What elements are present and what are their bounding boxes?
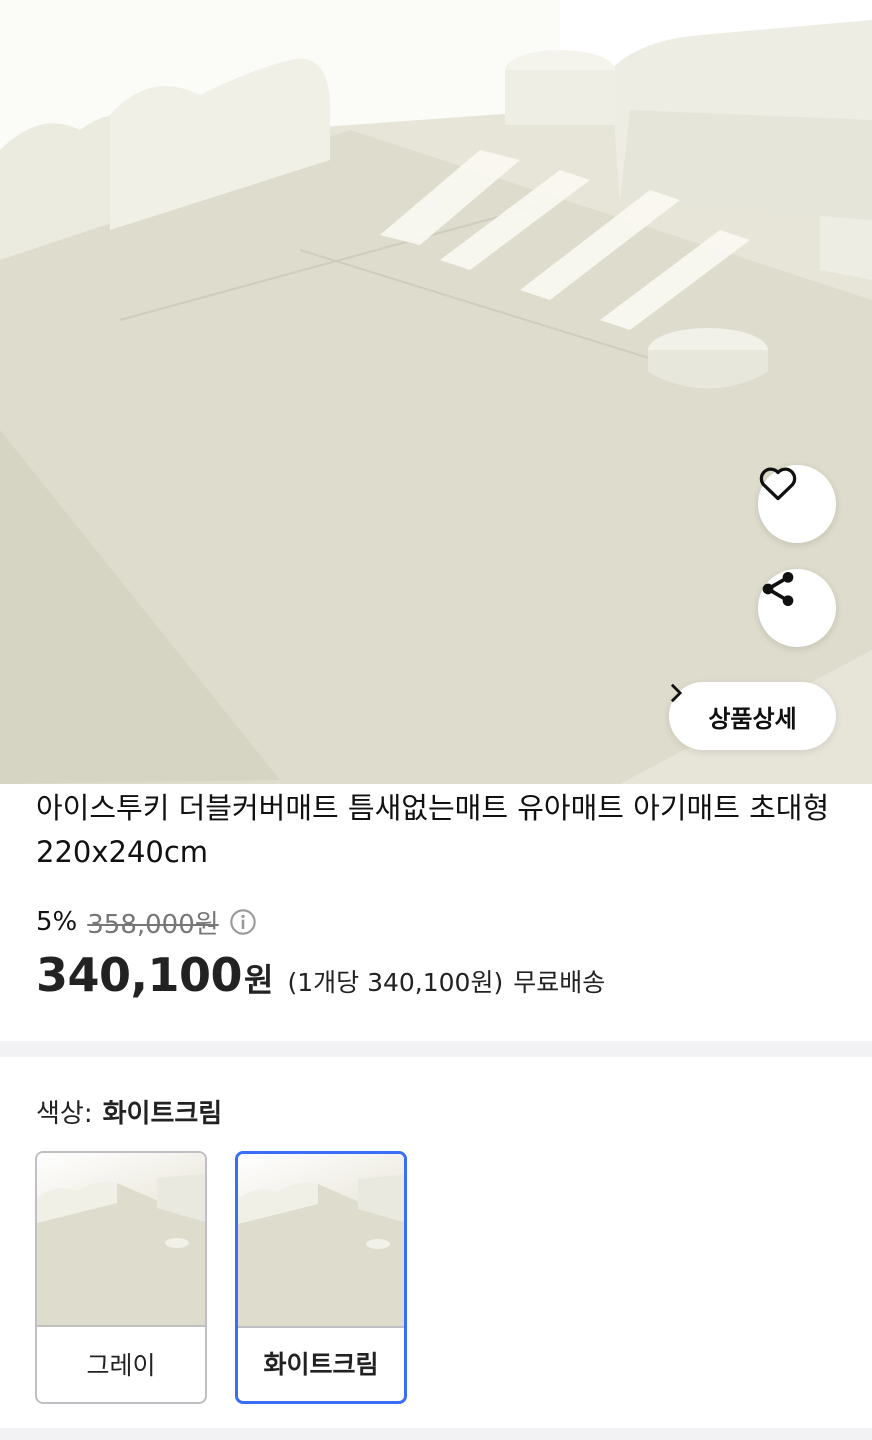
hero-illustration <box>0 0 872 784</box>
share-button[interactable] <box>758 569 836 647</box>
sale-price-currency: 원 <box>244 961 274 999</box>
unit-price: (1개당 340,100원) <box>287 968 504 997</box>
original-price: 358,000원 <box>87 909 219 940</box>
discount-rate: 5% <box>36 907 78 937</box>
original-price-row: 5% 358,000원 <box>36 905 257 940</box>
shipping-info: 무료배송 <box>513 968 606 997</box>
option-name: 색상: <box>36 1099 93 1129</box>
color-option-whitecream[interactable]: 화이트크림 <box>235 1151 407 1404</box>
product-detail-label: 상품상세 <box>708 704 797 733</box>
color-option-name: 화이트크림 <box>263 1349 379 1379</box>
product-title: 아이스투키 더블커버매트 틈새없는매트 유아매트 아기매트 초대형 220x24… <box>36 791 830 869</box>
product-hero-image[interactable]: 상품상세 <box>0 0 872 784</box>
color-option-label: 색상: 화이트크림 <box>36 1093 222 1130</box>
product-detail-button[interactable]: 상품상세 <box>669 682 836 750</box>
info-icon[interactable] <box>229 908 257 936</box>
color-option-gray[interactable]: 그레이 <box>35 1151 207 1404</box>
share-icon <box>762 572 794 606</box>
color-option-thumbnail <box>238 1154 404 1328</box>
heart-icon <box>759 467 797 501</box>
sale-price: 340,100 <box>36 948 243 1002</box>
bottom-divider <box>0 1428 872 1440</box>
wishlist-button[interactable] <box>758 465 836 543</box>
color-option-name: 그레이 <box>86 1350 156 1380</box>
sale-price-row: 340,100 원 (1개당 340,100원) 무료배송 <box>36 948 605 1008</box>
chevron-right-icon <box>670 683 683 703</box>
option-selected-value: 화이트크림 <box>102 1099 223 1129</box>
color-option-thumbnail <box>37 1153 205 1327</box>
section-divider <box>0 1041 872 1057</box>
